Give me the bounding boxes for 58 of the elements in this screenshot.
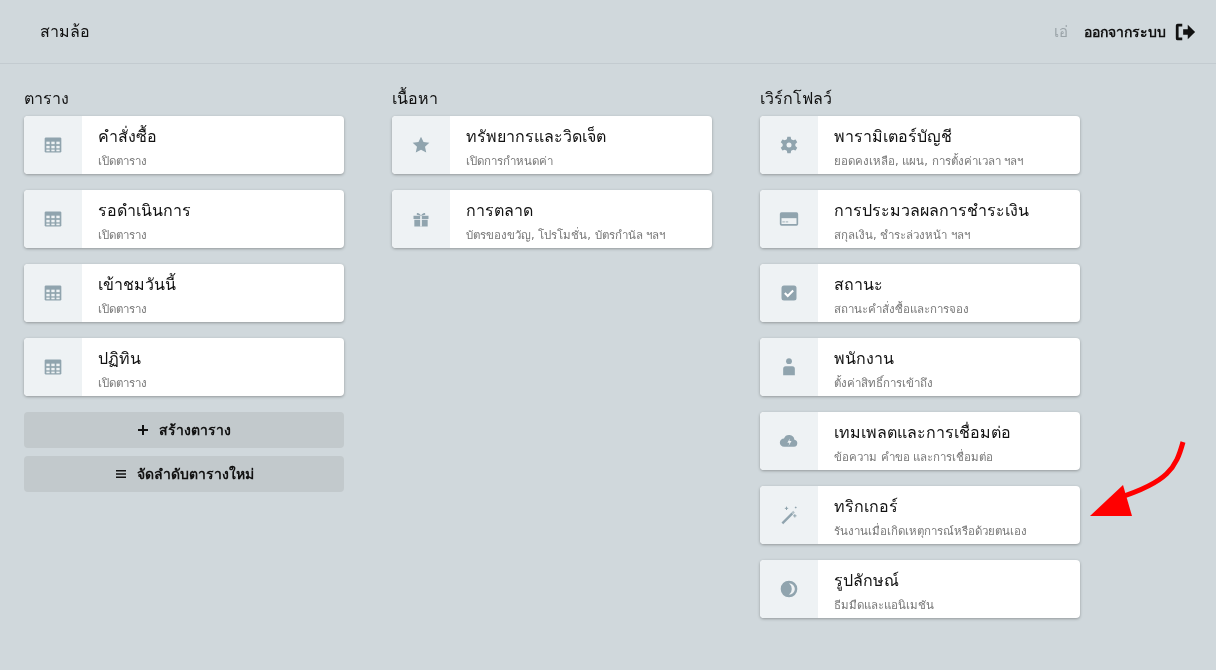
card-subtitle: ธีมมืดและแอนิเมชัน xyxy=(834,597,934,614)
plus-icon xyxy=(137,424,149,436)
section-heading: เวิร์กโฟลว์ xyxy=(760,88,833,108)
card-title: เข้าชมวันนี้ xyxy=(98,272,176,296)
settings-card[interactable]: เข้าชมวันนี้ เปิดตาราง xyxy=(24,264,344,322)
card-title: ทริกเกอร์ xyxy=(834,496,899,518)
settings-card[interactable]: ทรัพยากรและวิดเจ็ต เปิดการกำหนดค่า xyxy=(392,116,712,174)
action-button[interactable]: สร้างตาราง xyxy=(24,412,344,448)
card-title: คำสั่งซื้อ xyxy=(98,124,157,148)
gear-icon xyxy=(779,135,799,155)
card-subtitle: เปิดตาราง xyxy=(98,153,148,170)
card-title: พารามิเตอร์บัญชี xyxy=(834,126,953,148)
card-title: ทรัพยากรและวิดเจ็ต xyxy=(466,125,606,148)
card-title: ปฏิทิน xyxy=(98,348,142,370)
card-subtitle: เปิดการกำหนดค่า xyxy=(466,153,554,170)
card-title: เทมเพลตและการเชื่อมต่อ xyxy=(834,421,1011,444)
credit-card-icon xyxy=(779,209,799,229)
settings-card[interactable]: รูปลักษณ์ ธีมมืดและแอนิเมชัน xyxy=(760,560,1080,618)
settings-card[interactable]: สถานะ สถานะคำสั่งซื้อและการจอง xyxy=(760,264,1080,322)
table-icon xyxy=(43,357,63,377)
magic-wand-icon xyxy=(779,505,799,525)
settings-card[interactable]: การประมวลผลการชำระเงิน สกุลเงิน, ชำระล่วงหน้า ฯลฯ xyxy=(760,190,1080,248)
card-subtitle: ตั้งค่าสิทธิ์การเข้าถึง xyxy=(834,374,933,392)
settings-card[interactable]: ปฏิทิน เปิดตาราง xyxy=(24,338,344,396)
table-icon xyxy=(43,135,63,155)
card-subtitle: เปิดตาราง xyxy=(98,301,148,318)
card-subtitle: เปิดตาราง xyxy=(98,375,147,392)
checkbox-icon xyxy=(779,283,799,303)
section-heading: ตาราง xyxy=(24,88,70,108)
menu-icon xyxy=(114,468,127,480)
card-subtitle: ยอดคงเหลือ, แผน, การตั้งค่าเวลา ฯลฯ xyxy=(834,152,1024,170)
card-subtitle: ข้อความ คำขอ และการเชื่อมต่อ xyxy=(834,448,995,466)
section-heading: เนื้อหา xyxy=(392,86,439,108)
settings-card[interactable]: พารามิเตอร์บัญชี ยอดคงเหลือ, แผน, การตั้งค่าเวลา ฯลฯ xyxy=(760,116,1080,174)
settings-card[interactable]: รอดำเนินการ เปิดตาราง xyxy=(24,190,344,248)
app-title: สามล้อ xyxy=(40,21,90,43)
action-button[interactable]: จัดลำดับตารางใหม่ xyxy=(24,456,344,492)
settings-card[interactable]: พนักงาน ตั้งค่าสิทธิ์การเข้าถึง xyxy=(760,338,1080,396)
card-subtitle: สถานะคำสั่งซื้อและการจอง xyxy=(834,300,969,318)
card-subtitle: เปิดตาราง xyxy=(98,227,148,244)
card-title: การประมวลผลการชำระเงิน xyxy=(834,200,1029,222)
card-title: พนักงาน xyxy=(834,348,895,370)
card-title: รอดำเนินการ xyxy=(98,200,191,222)
card-subtitle: สกุลเงิน, ชำระล่วงหน้า ฯลฯ xyxy=(834,227,971,244)
settings-card[interactable]: ทริกเกอร์ รันงานเมื่อเกิดเหตุการณ์หรือด้วยตนเอง xyxy=(760,486,1080,544)
star-icon xyxy=(411,135,431,155)
card-subtitle: บัตรของขวัญ, โปรโมชั่น, บัตรกำนัล ฯลฯ xyxy=(466,226,666,244)
card-title: การตลาด xyxy=(466,200,534,222)
card-title: รูปลักษณ์ xyxy=(834,570,900,593)
logout-link[interactable]: ออกจากระบบ xyxy=(1084,20,1196,43)
settings-card[interactable]: คำสั่งซื้อ เปิดตาราง xyxy=(24,116,344,174)
card-title: สถานะ xyxy=(834,274,884,296)
contrast-icon xyxy=(779,579,799,599)
card-subtitle: รันงานเมื่อเกิดเหตุการณ์หรือด้วยตนเอง xyxy=(834,522,1027,540)
settings-card[interactable]: การตลาด บัตรของขวัญ, โปรโมชั่น, บัตรกำนัล ฯลฯ xyxy=(392,190,712,248)
table-icon xyxy=(43,209,63,229)
settings-card[interactable]: เทมเพลตและการเชื่อมต่อ ข้อความ คำขอ และการเชื่อมต่อ xyxy=(760,412,1080,470)
table-icon xyxy=(43,283,63,303)
